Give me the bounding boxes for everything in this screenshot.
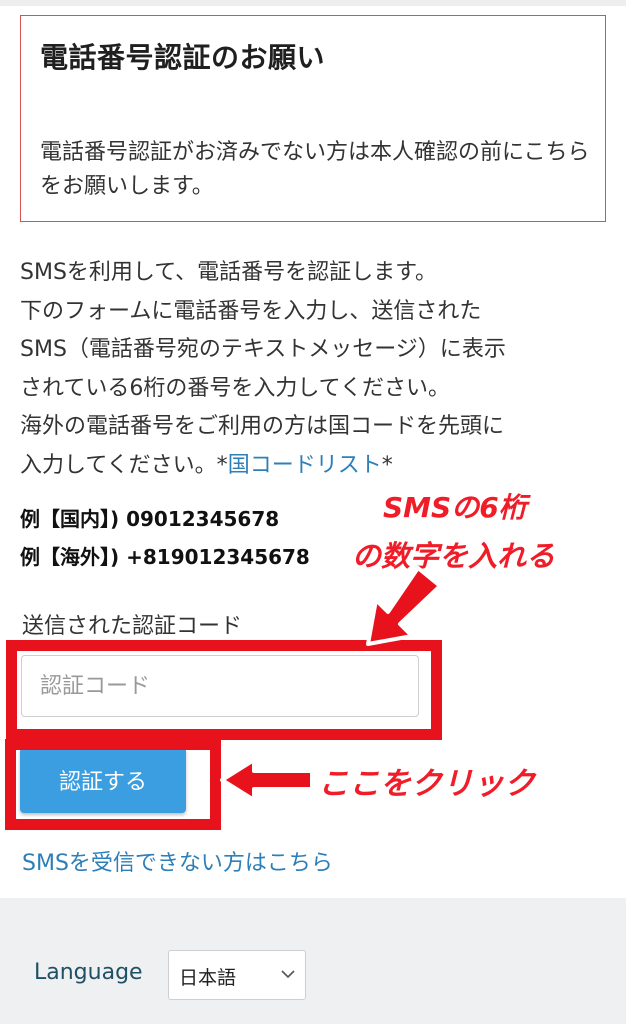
top-strip — [0, 0, 626, 6]
annotation-button-highlight — [5, 739, 221, 830]
phone-examples: 例【国内】) 09012345678 例【海外】) +819012345678 — [20, 500, 310, 576]
example-overseas: 例【海外】) +819012345678 — [20, 545, 310, 569]
description-line: されている6桁の番号を入力してください。 — [20, 375, 451, 401]
annotation-click-here: ここをクリック — [318, 766, 535, 802]
description-line: SMS（電話番号宛のテキストメッセージ）に表示 — [20, 337, 506, 362]
notice-title: 電話番号認証のお願い — [40, 41, 326, 74]
example-domestic: 例【国内】) 09012345678 — [20, 507, 280, 531]
description-line-prefix: 入力してください。* — [20, 452, 228, 478]
description-line: 入力してください。*国コードリスト* — [20, 447, 610, 486]
annotation-input-highlight — [6, 640, 442, 740]
annotation-sms-digits-line1: SMSの6桁 — [383, 491, 527, 524]
description-line: 海外の電話番号をご利用の方は国コードを先頭に — [20, 414, 505, 439]
annotation-arrow-left-icon — [220, 758, 314, 802]
sms-help-link[interactable]: SMSを受信できない方はこちら — [22, 845, 333, 877]
country-code-list-link[interactable]: 国コードリスト — [228, 453, 382, 478]
description-line: 下のフォームに電話番号を入力し、送信された — [20, 298, 482, 324]
chevron-down-icon — [281, 970, 295, 979]
phone-verification-notice: 電話番号認証のお願い 電話番号認証がお済みでない方は本人確認の前にこちらをお願い… — [20, 15, 606, 222]
language-select-value: 日本語 — [179, 967, 237, 989]
language-select[interactable]: 日本語 — [168, 950, 306, 1000]
code-field-label: 送信された認証コード — [22, 614, 243, 639]
description-line-suffix: * — [381, 452, 393, 478]
sms-description: SMSを利用して、電話番号を認証します。 下のフォームに電話番号を入力し、送信さ… — [20, 254, 610, 485]
notice-body: 電話番号認証がお済みでない方は本人確認の前にこちらをお願いします。 — [40, 140, 590, 199]
description-line: SMSを利用して、電話番号を認証します。 — [20, 260, 437, 285]
language-footer: Language 日本語 — [0, 898, 626, 1024]
annotation-arrow-down-icon — [366, 566, 442, 646]
language-label: Language — [34, 960, 143, 985]
